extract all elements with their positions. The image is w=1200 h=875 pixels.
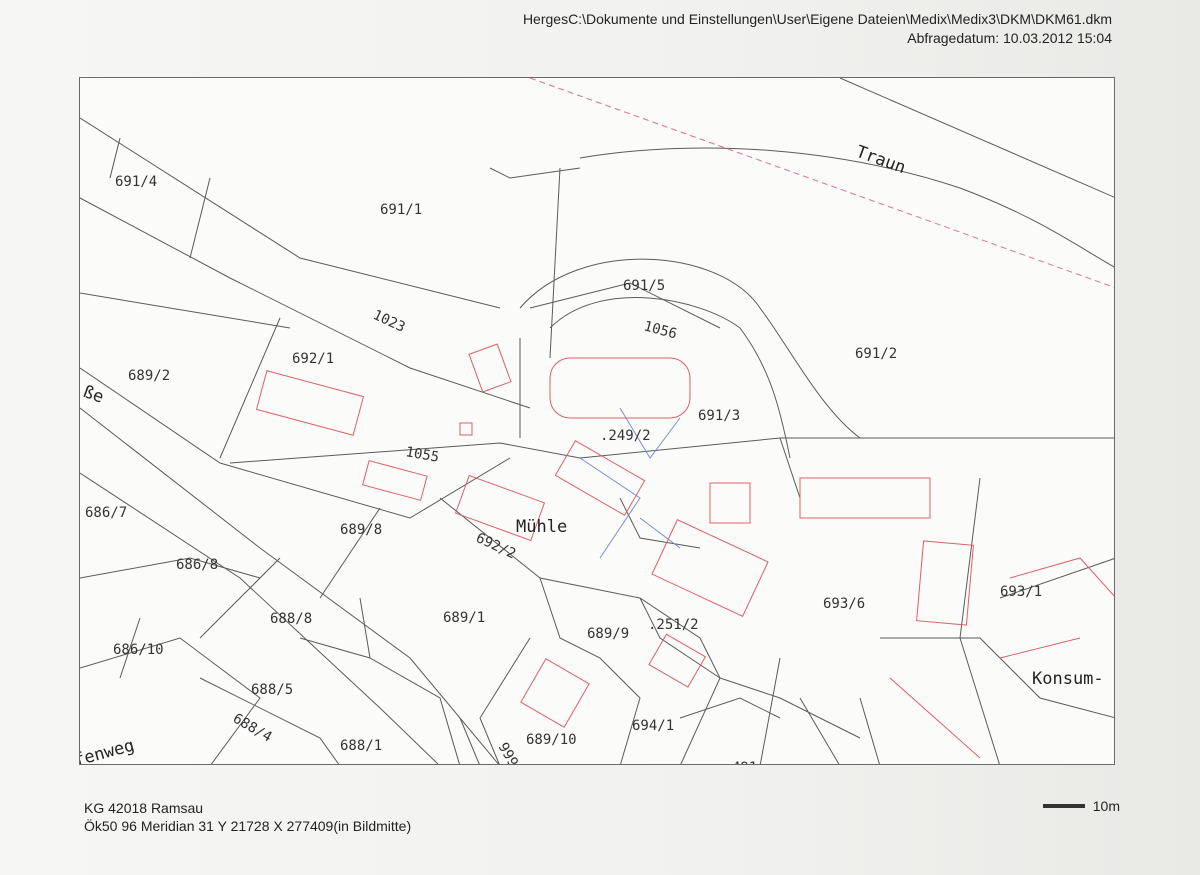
scale-bar-group: 10m — [1042, 798, 1120, 814]
parcel-692-1: 692/1 — [292, 351, 334, 367]
parcel-1023: 1023 — [370, 307, 407, 336]
paper-sheet: HergesC:\Dokumente und Einstellungen\Use… — [0, 0, 1200, 875]
footer-info: KG 42018 Ramsau Ök50 96 Meridian 31 Y 21… — [84, 799, 411, 835]
query-date: Abfragedatum: 10.03.2012 15:04 — [907, 30, 1112, 46]
parcel-boundaries — [80, 78, 1114, 764]
parcel-249-2: .249/2 — [600, 428, 651, 444]
parcel-689-1: 689/1 — [443, 610, 485, 626]
konsum-label: Konsum- — [1032, 669, 1104, 689]
street-fragment-bottom: fenweg — [80, 736, 137, 765]
parcel-1056: 1056 — [642, 318, 679, 342]
street-fragment-left: ße — [80, 382, 106, 408]
muehle-label: Mühle — [516, 517, 567, 537]
parcel-692-2: 692/2 — [473, 530, 518, 562]
buildings — [255, 343, 1114, 759]
parcel-689-10: 689/10 — [526, 732, 577, 748]
river-edge — [529, 78, 1114, 288]
parcel-686-8: 686/8 — [176, 557, 218, 573]
parcel-688-8: 688/8 — [270, 611, 312, 627]
river-traun-label: Traun — [853, 142, 908, 178]
map-drawing: 691/4 691/1 Traun 691/5 1023 1056 691/2 … — [80, 78, 1114, 765]
parcel-691-4: 691/4 — [115, 174, 157, 190]
parcel-251-2: .251/2 — [648, 617, 699, 633]
parcel-691-3: 691/3 — [698, 408, 740, 424]
map-reference: Ök50 96 Meridian 31 Y 21728 X 277409(in … — [84, 818, 412, 834]
parcel-688-1: 688/1 — [340, 738, 382, 754]
scale-label: 10m — [1092, 798, 1120, 814]
parcel-686-10: 686/10 — [113, 642, 164, 658]
cadastral-district: KG 42018 Ramsau — [84, 800, 204, 816]
parcel-693-1: 693/1 — [1000, 584, 1042, 600]
file-path: HergesC:\Dokumente und Einstellungen\Use… — [522, 11, 1112, 27]
parcel-689-9: 689/9 — [587, 626, 629, 642]
parcel-689-2: 689/2 — [128, 368, 170, 384]
parcel-688-5: 688/5 — [251, 682, 293, 698]
document-header: HergesC:\Dokumente und Einstellungen\Use… — [523, 10, 1112, 48]
parcel-693-6: 693/6 — [823, 596, 865, 612]
cadastral-map[interactable]: 691/4 691/1 Traun 691/5 1023 1056 691/2 … — [79, 77, 1115, 765]
parcel-491: 491 — [732, 760, 757, 765]
parcel-691-5: 691/5 — [623, 278, 665, 294]
scale-bar — [1042, 804, 1085, 808]
parcel-691-1: 691/1 — [380, 202, 422, 218]
parcel-694-1: 694/1 — [632, 718, 674, 734]
parcel-689-8: 689/8 — [340, 522, 382, 538]
parcel-691-2: 691/2 — [855, 346, 897, 362]
parcel-686-7: 686/7 — [85, 505, 127, 521]
parcel-688-4: 688/4 — [230, 711, 275, 746]
